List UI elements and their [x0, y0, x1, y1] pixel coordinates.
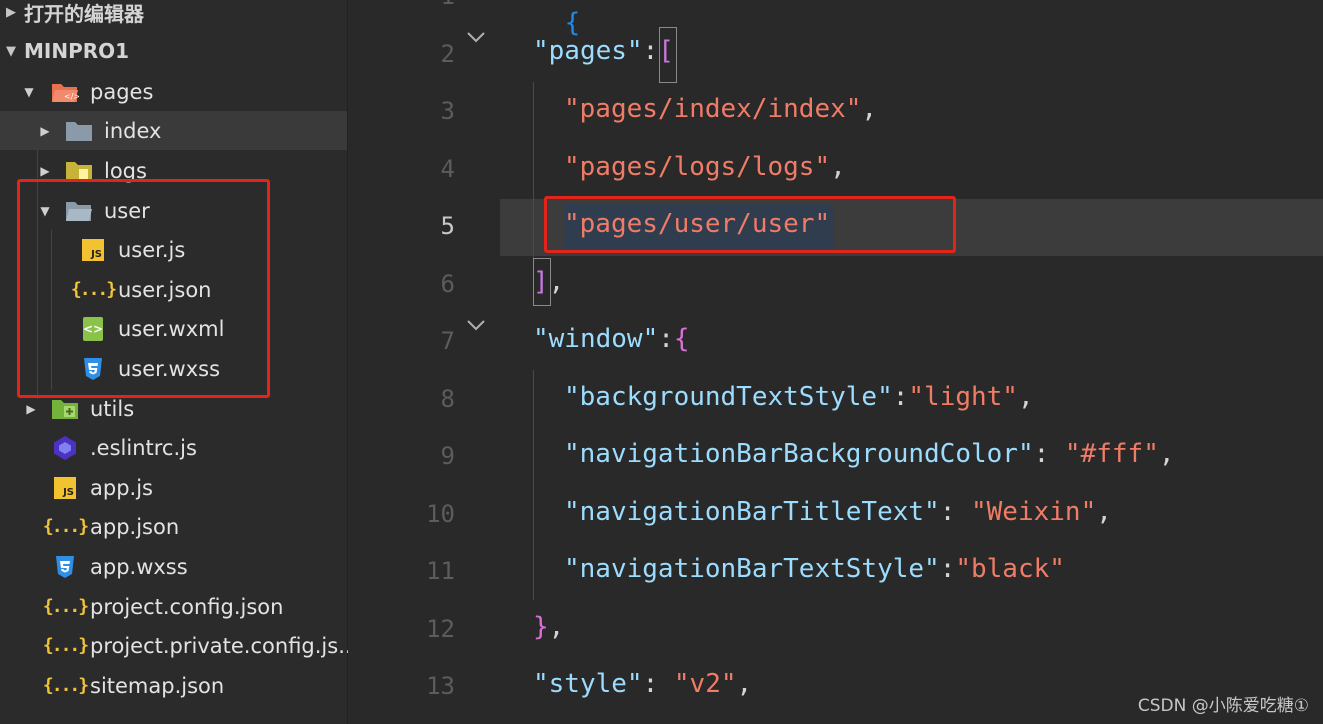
- tree-item-app-json[interactable]: {...} app.json: [0, 507, 347, 546]
- tree-item-index[interactable]: ▶ index: [0, 111, 347, 150]
- code-line-9: "navigationBarBackgroundColor": "#fff",: [564, 439, 1175, 469]
- tree-item-user-json[interactable]: {...} user.json: [0, 270, 347, 309]
- folder-open-icon: </>: [51, 79, 79, 105]
- code-editor[interactable]: 1 2 3 4 5 6 7 8 9 10 11 12 13 { "pages":…: [348, 0, 1323, 724]
- wxml-file-icon: <>: [79, 316, 107, 342]
- line-number: 9: [440, 442, 455, 470]
- code-line-11: "navigationBarTextStyle":"black": [564, 554, 1065, 584]
- line-number-active: 5: [440, 212, 455, 240]
- file-explorer: ▶ 打开的编辑器 ▼ MINPRO1 ▼ </> pages ▶ index ▶…: [0, 0, 358, 724]
- chevron-down-icon: ▼: [40, 203, 50, 218]
- code-line-12: },: [533, 612, 565, 642]
- code-line-2: "pages":[: [533, 36, 674, 66]
- tree-item-project-private-config[interactable]: {...} project.private.config.js...: [0, 626, 358, 665]
- code-line-6: ],: [533, 267, 565, 297]
- folder-open-icon: [65, 198, 93, 224]
- line-number: 7: [440, 327, 455, 355]
- json-file-icon: {...}: [42, 516, 89, 537]
- chevron-right-icon: ▶: [40, 123, 50, 138]
- json-file-icon: {...}: [70, 279, 117, 300]
- tree-item-label: utils: [90, 396, 135, 421]
- line-number: 8: [440, 385, 455, 413]
- fold-chevron-icon[interactable]: [466, 28, 486, 49]
- folder-icon: [65, 118, 93, 144]
- json-file-icon: {...}: [42, 635, 89, 656]
- tree-item-pages[interactable]: ▼ </> pages: [0, 72, 347, 111]
- json-file-icon: {...}: [42, 675, 89, 696]
- tree-item-label: index: [104, 118, 162, 143]
- tree-item-label: pages: [90, 79, 154, 104]
- line-number: 10: [426, 500, 455, 528]
- tree-item-label: user: [104, 198, 150, 223]
- folder-logs-icon: [65, 158, 93, 184]
- tree-item-app-js[interactable]: JS app.js: [0, 468, 347, 507]
- code-line-7: "window":{: [533, 324, 690, 354]
- js-file-icon: JS: [51, 475, 79, 501]
- tree-item-app-wxss[interactable]: app.wxss: [0, 547, 347, 586]
- code-line-8: "backgroundTextStyle":"light",: [564, 382, 1034, 412]
- chevron-right-icon: ▶: [40, 163, 50, 178]
- css-file-icon: [79, 356, 107, 382]
- line-number: 1: [403, 0, 455, 10]
- tree-item-label: .eslintrc.js: [90, 435, 197, 460]
- open-editors-label: 打开的编辑器: [24, 1, 144, 26]
- chevron-down-icon: ▼: [24, 84, 34, 99]
- indent-guide: [533, 82, 534, 262]
- line-number: 2: [440, 40, 455, 68]
- svg-text:</>: </>: [64, 92, 79, 101]
- folder-utils-icon: [51, 396, 79, 422]
- line-number: 13: [426, 672, 455, 700]
- tree-item-label: app.json: [90, 514, 180, 539]
- tree-item-label: app.js: [90, 475, 153, 500]
- open-editors-header[interactable]: ▶ 打开的编辑器: [0, 0, 347, 27]
- code-line-10: "navigationBarTitleText": "Weixin",: [564, 497, 1112, 527]
- eslint-icon: [51, 435, 79, 461]
- line-number: 3: [440, 97, 455, 125]
- project-label: MINPRO1: [24, 39, 130, 63]
- tree-item-label: user.js: [118, 237, 186, 262]
- tree-item-logs[interactable]: ▶ logs: [0, 151, 347, 190]
- tree-item-label: user.wxml: [118, 316, 225, 341]
- tree-item-user-js[interactable]: JS user.js: [0, 230, 347, 269]
- json-file-icon: {...}: [42, 596, 89, 617]
- tree-item-user[interactable]: ▼ user: [0, 191, 347, 230]
- fold-chevron-icon[interactable]: [466, 316, 486, 337]
- project-header[interactable]: ▼ MINPRO1: [0, 36, 347, 66]
- chevron-right-icon: ▶: [26, 401, 36, 416]
- tree-item-user-wxss[interactable]: user.wxss: [0, 349, 347, 388]
- code-line-13: "style": "v2",: [533, 669, 753, 699]
- watermark: CSDN @小陈爱吃糖①: [1137, 696, 1309, 716]
- tree-item-eslintrc[interactable]: .eslintrc.js: [0, 428, 347, 467]
- tree-item-utils[interactable]: ▶ utils: [0, 389, 347, 428]
- js-file-icon: JS: [79, 237, 107, 263]
- css-file-icon: [51, 554, 79, 580]
- code-line-3: "pages/index/index",: [564, 94, 878, 124]
- line-number: 12: [426, 615, 455, 643]
- tree-item-label: user.wxss: [118, 356, 221, 381]
- tree-item-label: user.json: [118, 277, 212, 302]
- code-line-4: "pages/logs/logs",: [564, 152, 846, 182]
- tree-item-project-config[interactable]: {...} project.config.json: [0, 587, 347, 626]
- tree-item-label: app.wxss: [90, 554, 188, 579]
- tree-item-label: project.config.json: [90, 594, 284, 619]
- line-number: 6: [440, 270, 455, 298]
- tree-item-label: project.private.config.js...: [90, 633, 359, 658]
- tree-item-user-wxml[interactable]: <> user.wxml: [0, 309, 347, 348]
- tree-item-label: sitemap.json: [90, 673, 225, 698]
- chevron-down-icon: ▼: [6, 43, 16, 59]
- tree-item-label: logs: [104, 158, 147, 183]
- code-line-5: "pages/user/user": [564, 209, 831, 239]
- tree-item-sitemap[interactable]: {...} sitemap.json: [0, 666, 347, 705]
- indent-guide: [533, 370, 534, 600]
- line-number: 11: [426, 557, 455, 585]
- line-number: 4: [440, 155, 455, 183]
- chevron-right-icon: ▶: [6, 4, 16, 20]
